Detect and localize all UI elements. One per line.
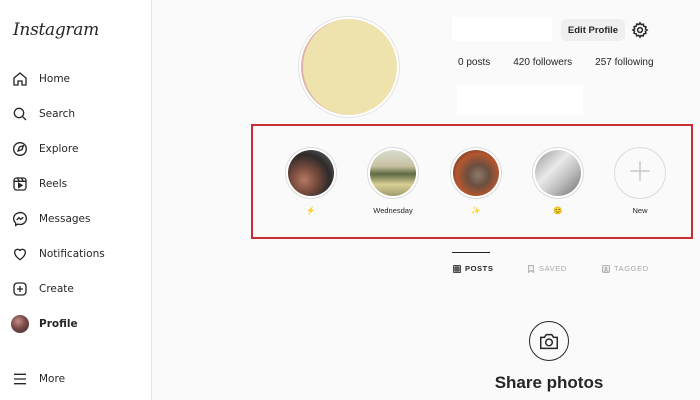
sidebar-item-label: More	[39, 373, 66, 385]
compass-icon	[10, 139, 30, 159]
sidebar-item-create[interactable]: Create	[10, 274, 145, 304]
bookmark-icon	[527, 264, 535, 273]
sidebar-item-label: Explore	[39, 143, 79, 155]
story-highlight[interactable]: 😊	[528, 147, 588, 215]
tag-icon	[602, 264, 610, 273]
highlight-cover	[535, 150, 581, 196]
profile-picture[interactable]	[298, 16, 400, 118]
username-redacted	[452, 17, 552, 41]
sidebar-item-notifications[interactable]: Notifications	[10, 239, 145, 269]
hamburger-menu-icon	[10, 369, 30, 389]
sidebar-item-explore[interactable]: Explore	[10, 134, 145, 164]
sidebar-item-more[interactable]: More	[10, 364, 145, 394]
tab-saved[interactable]: SAVED	[527, 264, 567, 273]
posts-count: 0 posts	[458, 57, 491, 68]
tab-posts[interactable]: POSTS	[453, 264, 493, 273]
plus-square-icon	[10, 279, 30, 299]
highlight-caption: ⚡	[306, 206, 316, 215]
edit-profile-button[interactable]: Edit Profile	[561, 19, 625, 41]
tab-tagged[interactable]: TAGGED	[602, 264, 649, 273]
bio-redacted	[457, 85, 583, 115]
camera-icon	[529, 321, 569, 361]
avatar	[10, 314, 30, 334]
search-icon	[10, 104, 30, 124]
sidebar-item-label: Home	[39, 73, 71, 85]
messenger-icon	[10, 209, 30, 229]
profile-stats: 0 posts 420 followers 257 following	[458, 57, 677, 68]
sidebar-item-reels[interactable]: Reels	[10, 169, 145, 199]
tab-label: TAGGED	[614, 264, 649, 273]
reels-icon	[10, 174, 30, 194]
highlight-caption: New	[632, 206, 648, 215]
highlight-caption: 😊	[553, 206, 563, 215]
sidebar-item-label: Notifications	[39, 248, 105, 260]
sidebar: Instagram Home Search Explore Reels Mess…	[0, 0, 152, 400]
gear-icon[interactable]	[631, 21, 649, 39]
followers-count[interactable]: 420 followers	[513, 57, 572, 68]
active-tab-indicator	[452, 252, 490, 253]
story-highlight[interactable]: ✨	[446, 147, 506, 215]
sidebar-item-label: Reels	[39, 178, 68, 190]
highlight-caption: ✨	[471, 206, 481, 215]
tab-label: POSTS	[465, 264, 494, 273]
sidebar-item-search[interactable]: Search	[10, 99, 145, 129]
home-icon	[10, 69, 30, 89]
sidebar-item-label: Search	[39, 108, 76, 120]
sidebar-item-profile[interactable]: Profile	[10, 309, 145, 339]
following-count[interactable]: 257 following	[595, 57, 653, 68]
highlight-cover	[453, 150, 499, 196]
grid-icon	[453, 264, 461, 273]
instagram-logo[interactable]: Instagram	[13, 20, 99, 40]
story-highlight[interactable]: Wednesday	[363, 147, 423, 215]
highlight-caption: Wednesday	[373, 206, 413, 215]
story-highlight[interactable]: ⚡	[281, 147, 341, 215]
highlight-cover	[370, 150, 416, 196]
sidebar-item-messages[interactable]: Messages	[10, 204, 145, 234]
tab-label: SAVED	[539, 264, 567, 273]
highlight-cover	[288, 150, 334, 196]
sidebar-item-home[interactable]: Home	[10, 64, 145, 94]
new-highlight-button[interactable]: New	[610, 147, 670, 215]
sidebar-item-label: Messages	[39, 213, 91, 225]
heart-icon	[10, 244, 30, 264]
sidebar-item-label: Create	[39, 283, 74, 295]
empty-state-title: Share photos	[494, 373, 604, 392]
sidebar-item-label: Profile	[39, 318, 78, 330]
plus-icon	[627, 158, 653, 188]
